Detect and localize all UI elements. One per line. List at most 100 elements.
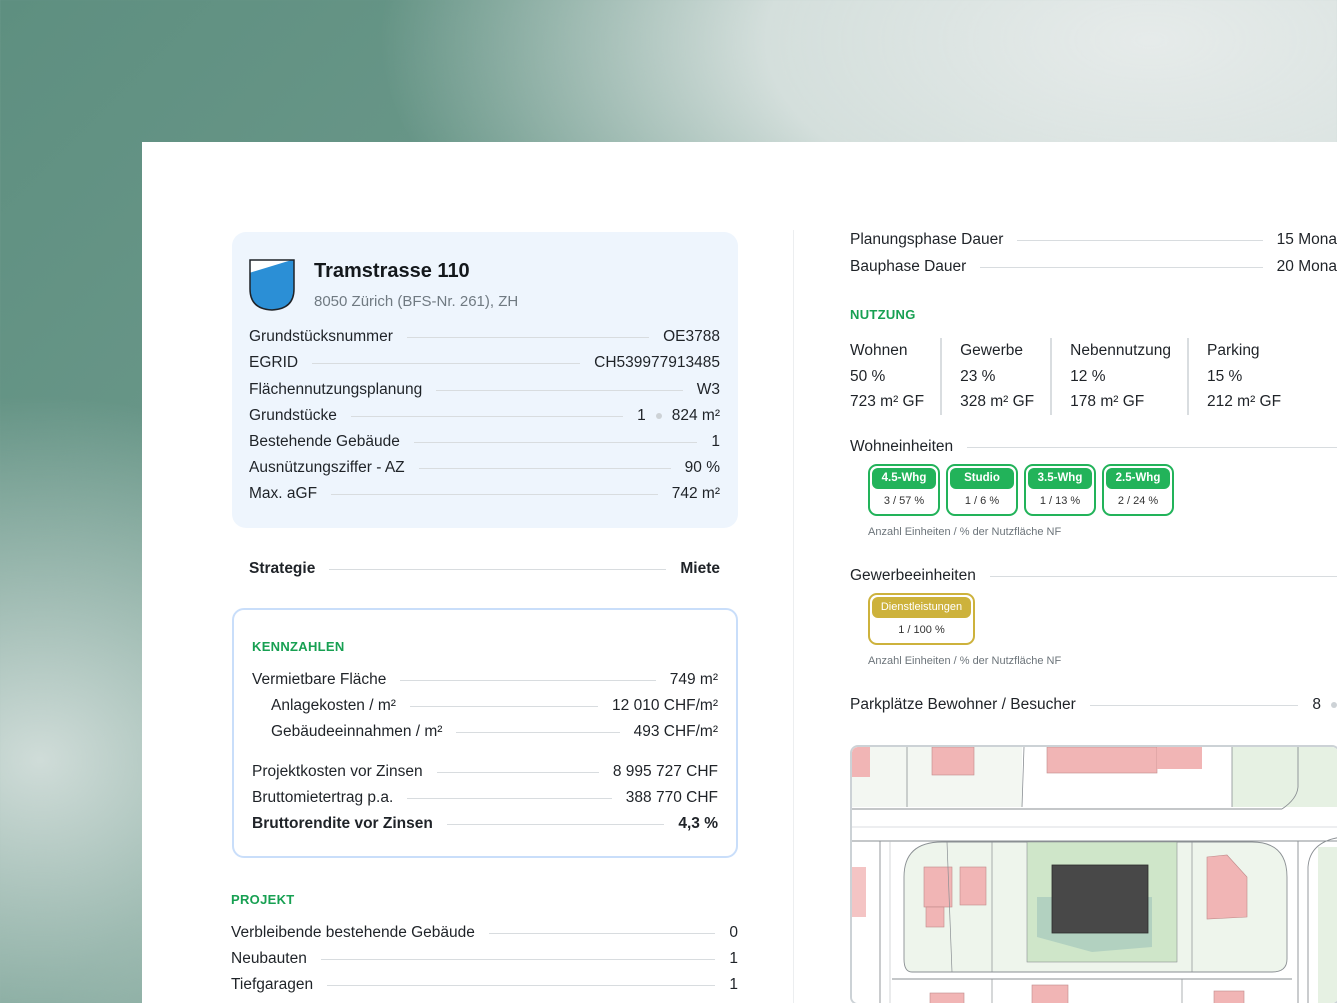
row-label: Grundstücke: [249, 407, 337, 424]
kz-row-anlagekosten: Anlagekosten / m² 12 010 CHF/m²: [271, 697, 718, 715]
row-value: 493 CHF/m²: [633, 723, 718, 740]
row-label: Anlagekosten / m²: [271, 697, 396, 714]
leader-line: [488, 932, 716, 934]
row-bestehende-gebaeude: Bestehende Gebäude 1: [249, 433, 720, 451]
unit-chip-type: 3.5-Whg: [1028, 468, 1092, 489]
unit-chip-type: Studio: [950, 468, 1014, 489]
nutzung-percent: 15 %: [1207, 367, 1243, 385]
leader-line: [406, 336, 650, 338]
row-label: EGRID: [249, 354, 299, 371]
nutzung-col-wohnen: Wohnen 50 % 723 m² GF: [850, 338, 943, 415]
row-value: 90 %: [684, 459, 720, 476]
row-label: Neubauten: [231, 950, 307, 967]
row-value: 388 770 CHF: [625, 789, 718, 806]
leader-line: [413, 441, 698, 443]
gewerbeeinheiten-hint: Anzahl Einheiten / % der Nutzfläche NF: [868, 655, 1062, 667]
row-label: Max. aGF: [249, 485, 318, 502]
nutzung-col-parking: Parking 15 % 212 m² GF: [1207, 338, 1297, 415]
kz-row-vermietbare-flaeche: Vermietbare Fläche 749 m²: [252, 671, 718, 689]
property-card: Tramstrasse 110 8050 Zürich (BFS-Nr. 261…: [232, 232, 738, 528]
commercial-chip[interactable]: Dienstleistungen 1 / 100 %: [868, 593, 975, 645]
nutzung-percent: 50 %: [850, 367, 886, 385]
nutzung-table: Wohnen 50 % 723 m² GF Gewerbe 23 % 328 m…: [850, 338, 1315, 415]
kz-row-gebaeudeeinnahmen: Gebäudeeinnahmen / m² 493 CHF/m²: [271, 723, 718, 741]
nutzung-area: 328 m² GF: [960, 393, 1035, 410]
nutzung-col-gewerbe: Gewerbe 23 % 328 m² GF: [960, 338, 1053, 415]
leader-line: [400, 679, 656, 681]
wohneinheiten-label: Wohneinheiten: [850, 438, 954, 455]
unit-chip-type: 4.5-Whg: [872, 468, 936, 489]
row-value: 749 m²: [669, 671, 718, 688]
unit-chip[interactable]: 2.5-Whg 2 / 24 %: [1102, 464, 1174, 516]
parking-count: 8: [1312, 696, 1321, 713]
unit-chip[interactable]: 4.5-Whg 3 / 57 %: [868, 464, 940, 516]
projekt-row-tiefgaragen: Tiefgaragen 1: [231, 976, 738, 994]
nutzung-percent: 23 %: [960, 367, 996, 385]
row-value: 1 824 m²: [637, 407, 720, 425]
unit-chip-value: 2 / 24 %: [1117, 495, 1159, 507]
kennzahlen-heading: KENNZAHLEN: [252, 639, 345, 654]
property-subtitle: 8050 Zürich (BFS-Nr. 261), ZH: [314, 293, 519, 310]
unit-chip-value: 1 / 13 %: [1039, 495, 1081, 507]
parking-label: Parkplätze Bewohner / Besucher: [850, 696, 1076, 713]
row-value: 4,3 %: [678, 815, 718, 832]
row-label: Tiefgaragen: [231, 976, 314, 993]
wohneinheiten-chips: 4.5-Whg 3 / 57 % Studio 1 / 6 % 3.5-Whg …: [868, 464, 1174, 516]
row-label: Bruttorendite vor Zinsen: [252, 815, 433, 832]
phase-row-bau: Bauphase Dauer 20 Mona: [850, 258, 1337, 276]
gewerbeeinheiten-header: Gewerbeeinheiten: [850, 567, 1337, 585]
wohneinheiten-header: Wohneinheiten: [850, 438, 1337, 456]
leader-line: [312, 362, 581, 364]
kz-row-projektkosten: Projektkosten vor Zinsen 8 995 727 CHF: [252, 763, 718, 781]
row-label: Grundstücksnummer: [249, 328, 393, 345]
row-value: CH539977913485: [594, 354, 720, 371]
row-label: Vermietbare Fläche: [252, 671, 387, 688]
projekt-row-neubauten: Neubauten 1: [231, 950, 738, 968]
row-grundstuecksnummer: Grundstücksnummer OE3788: [249, 328, 720, 346]
leader-line: [980, 266, 1263, 268]
commercial-chip-value: 1 / 100 %: [898, 624, 945, 636]
leader-line: [436, 771, 599, 773]
leader-line: [327, 984, 716, 986]
unit-chip[interactable]: 3.5-Whg 1 / 13 %: [1024, 464, 1096, 516]
leader-line: [446, 823, 665, 825]
leader-line: [350, 415, 624, 417]
row-grundstuecke: Grundstücke 1 824 m²: [249, 407, 720, 425]
separator-dot: [1331, 701, 1337, 708]
nutzung-heading: NUTZUNG: [850, 307, 916, 322]
leader-line: [329, 568, 667, 570]
row-max-agf: Max. aGF 742 m²: [249, 485, 720, 503]
row-flaechennutzung: Flächennutzungsplanung W3: [249, 381, 720, 399]
leader-line: [331, 493, 658, 495]
row-label: Bauphase Dauer: [850, 258, 967, 275]
row-label: Bestehende Gebäude: [249, 433, 400, 450]
zurich-coat-of-arms-icon: [249, 259, 295, 311]
site-map[interactable]: [850, 745, 1337, 1003]
nutzung-name: Nebennutzung: [1070, 342, 1171, 359]
kz-row-bruttorendite: Bruttorendite vor Zinsen 4,3 %: [252, 815, 718, 833]
row-value: 8 995 727 CHF: [612, 763, 718, 780]
row-value: 1: [729, 976, 738, 993]
row-ausnuetzungsziffer: Ausnützungsziffer - AZ 90 %: [249, 459, 720, 477]
unit-chip[interactable]: Studio 1 / 6 %: [946, 464, 1018, 516]
projekt-heading: PROJEKT: [231, 892, 295, 907]
parcel-area: 824 m²: [671, 407, 720, 424]
parking-value: 8: [1312, 696, 1337, 714]
column-divider: [793, 230, 794, 1003]
row-label: Projektkosten vor Zinsen: [252, 763, 423, 780]
row-value: OE3788: [663, 328, 720, 345]
unit-chip-type: 2.5-Whg: [1106, 468, 1170, 489]
row-label: Flächennutzungsplanung: [249, 381, 423, 398]
parcel-count: 1: [637, 407, 646, 424]
nutzung-name: Parking: [1207, 342, 1260, 359]
row-value: 1: [729, 950, 738, 967]
property-title: Tramstrasse 110: [314, 260, 470, 282]
leader-line: [320, 958, 716, 960]
parking-row: Parkplätze Bewohner / Besucher 8: [850, 696, 1337, 714]
nutzung-name: Gewerbe: [960, 342, 1023, 359]
nutzung-area: 723 m² GF: [850, 393, 925, 410]
row-label: Bruttomietertrag p.a.: [252, 789, 394, 806]
row-value: W3: [696, 381, 720, 398]
leader-line: [967, 446, 1337, 448]
cadastral-map-graphic: [852, 747, 1337, 1003]
